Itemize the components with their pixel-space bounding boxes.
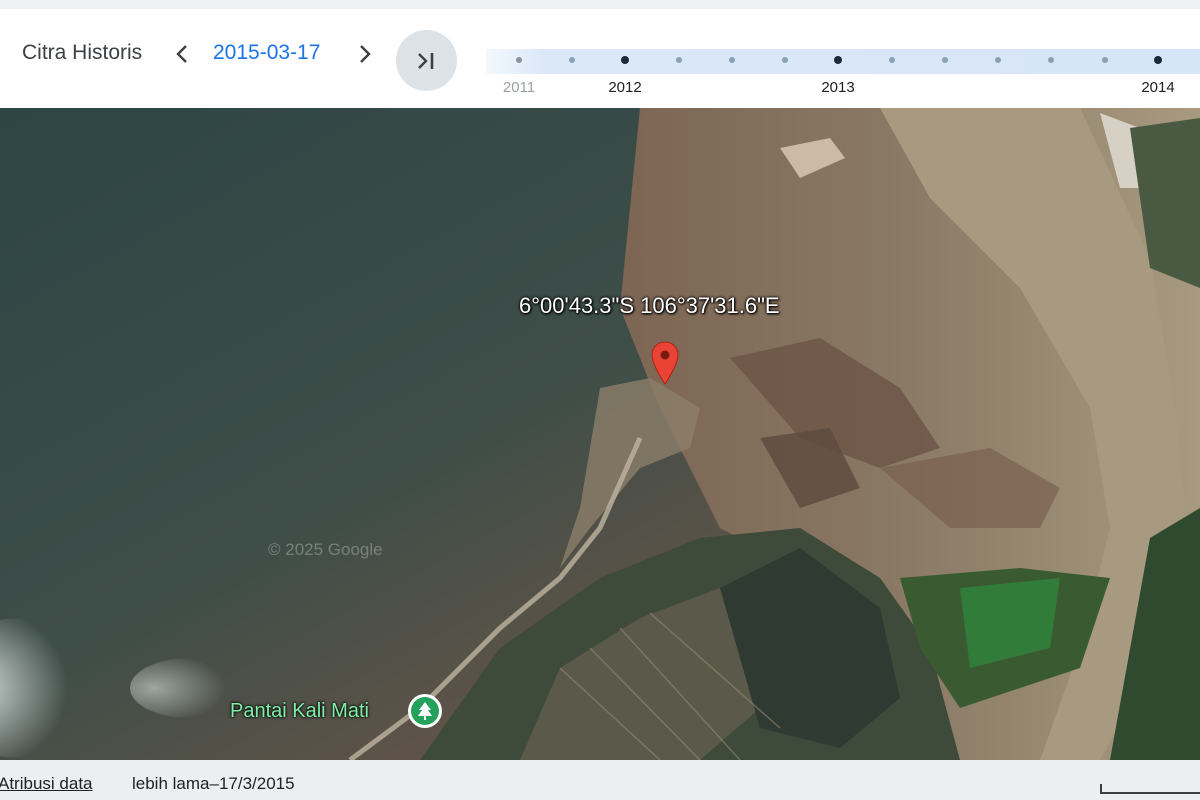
map-pin-icon[interactable] bbox=[650, 340, 680, 388]
skip-to-latest-button[interactable] bbox=[396, 30, 457, 91]
poi-marker[interactable] bbox=[408, 694, 442, 728]
timeline-marker[interactable] bbox=[834, 56, 842, 64]
timeline-marker[interactable] bbox=[1048, 57, 1054, 63]
toolbar-title: Citra Historis bbox=[22, 41, 143, 64]
scale-bar[interactable] bbox=[1100, 784, 1200, 794]
imagery-date-text: lebih lama–17/3/2015 bbox=[132, 774, 295, 793]
poi-label[interactable]: Pantai Kali Mati bbox=[230, 700, 369, 723]
satellite-map[interactable]: © 2025 Google bbox=[0, 108, 1200, 760]
next-date-button[interactable] bbox=[351, 39, 379, 69]
timeline-marker[interactable] bbox=[995, 57, 1001, 63]
skip-to-latest-icon bbox=[417, 52, 433, 69]
timeline-track[interactable] bbox=[486, 49, 1200, 74]
historical-imagery-toolbar: Citra Historis 2015-03-17 2011 2012 2013… bbox=[0, 0, 1200, 108]
timeline-marker[interactable] bbox=[942, 57, 948, 63]
timeline-year-label[interactable]: 2012 bbox=[608, 79, 641, 96]
timeline-marker[interactable] bbox=[1154, 56, 1162, 64]
timeline-marker[interactable] bbox=[621, 56, 629, 64]
timeline-marker[interactable] bbox=[569, 57, 575, 63]
timeline-marker[interactable] bbox=[516, 57, 522, 63]
map-footer: Atribusi data lebih lama–17/3/2015 bbox=[0, 760, 1200, 800]
tree-icon bbox=[418, 702, 432, 720]
timeline-marker[interactable] bbox=[729, 57, 735, 63]
timeline-year-label[interactable]: 2014 bbox=[1141, 79, 1174, 96]
coordinates-label: 6°00'43.3"S 106°37'31.6"E bbox=[519, 293, 780, 318]
timeline-marker[interactable] bbox=[1102, 57, 1108, 63]
timeline-marker[interactable] bbox=[889, 57, 895, 63]
current-date-label[interactable]: 2015-03-17 bbox=[213, 41, 320, 65]
timeline-marker[interactable] bbox=[676, 57, 682, 63]
timeline-year-label[interactable]: 2013 bbox=[821, 79, 854, 96]
timeline-year-label[interactable]: 2011 bbox=[503, 79, 535, 96]
map-watermark: © 2025 Google bbox=[268, 540, 383, 559]
satellite-imagery[interactable] bbox=[0, 108, 1200, 760]
chevron-left-icon bbox=[176, 45, 187, 63]
data-attribution-link[interactable]: Atribusi data bbox=[0, 774, 93, 794]
previous-date-button[interactable] bbox=[168, 39, 196, 69]
chevron-right-icon bbox=[360, 45, 371, 63]
timeline-marker[interactable] bbox=[782, 57, 788, 63]
